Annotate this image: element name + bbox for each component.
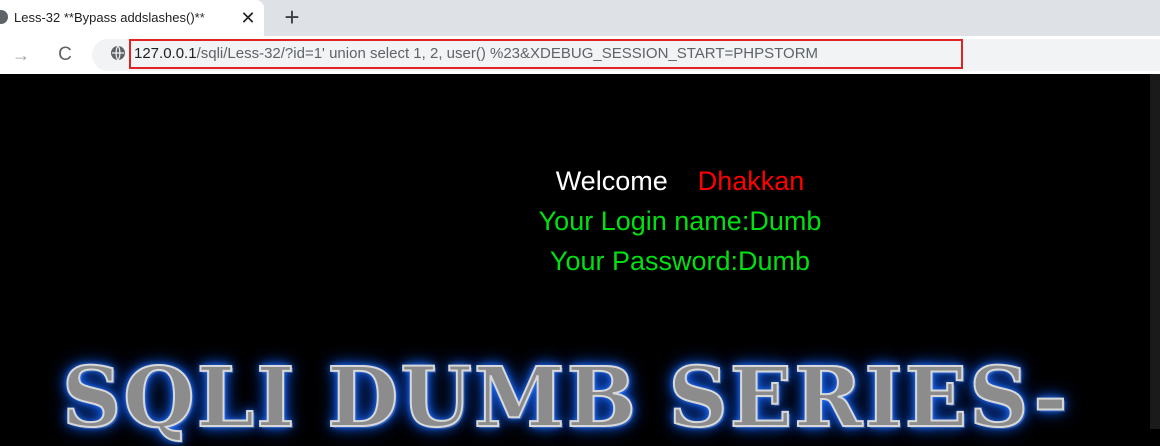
banner-title: SQLI DUMB SERIES- bbox=[61, 350, 1070, 446]
welcome-label: Welcome bbox=[555, 166, 668, 196]
welcome-line: Welcome Dhakkan bbox=[480, 164, 880, 198]
welcome-name: Dhakkan bbox=[697, 166, 805, 196]
new-tab-button[interactable]: + bbox=[278, 4, 306, 32]
browser-tab[interactable]: Less-32 **Bypass addslashes()** ✕ bbox=[0, 0, 264, 36]
tab-title-fade bbox=[200, 6, 232, 30]
login-name-line: Your Login name:Dumb bbox=[538, 206, 822, 236]
reload-button[interactable]: C bbox=[52, 42, 78, 68]
site-info-icon[interactable] bbox=[110, 45, 126, 61]
url-host: 127.0.0.1 bbox=[134, 45, 197, 62]
page-favicon-icon bbox=[0, 10, 8, 24]
close-tab-icon[interactable]: ✕ bbox=[236, 6, 260, 30]
banner-image: SQLI DUMB SERIES- bbox=[0, 350, 1160, 446]
tab-strip: Less-32 **Bypass addslashes()** ✕ + bbox=[0, 0, 1160, 36]
scrollbar[interactable] bbox=[1150, 74, 1160, 429]
password-line: Your Password:Dumb bbox=[549, 246, 811, 276]
url-path: /sqli/Less-32/?id=1' union select 1, 2, … bbox=[196, 45, 819, 62]
url-field[interactable]: 127.0.0.1/sqli/Less-32/?id=1' union sele… bbox=[134, 44, 818, 64]
forward-button[interactable]: → bbox=[8, 42, 34, 68]
tab-title: Less-32 **Bypass addslashes()** bbox=[14, 10, 205, 25]
